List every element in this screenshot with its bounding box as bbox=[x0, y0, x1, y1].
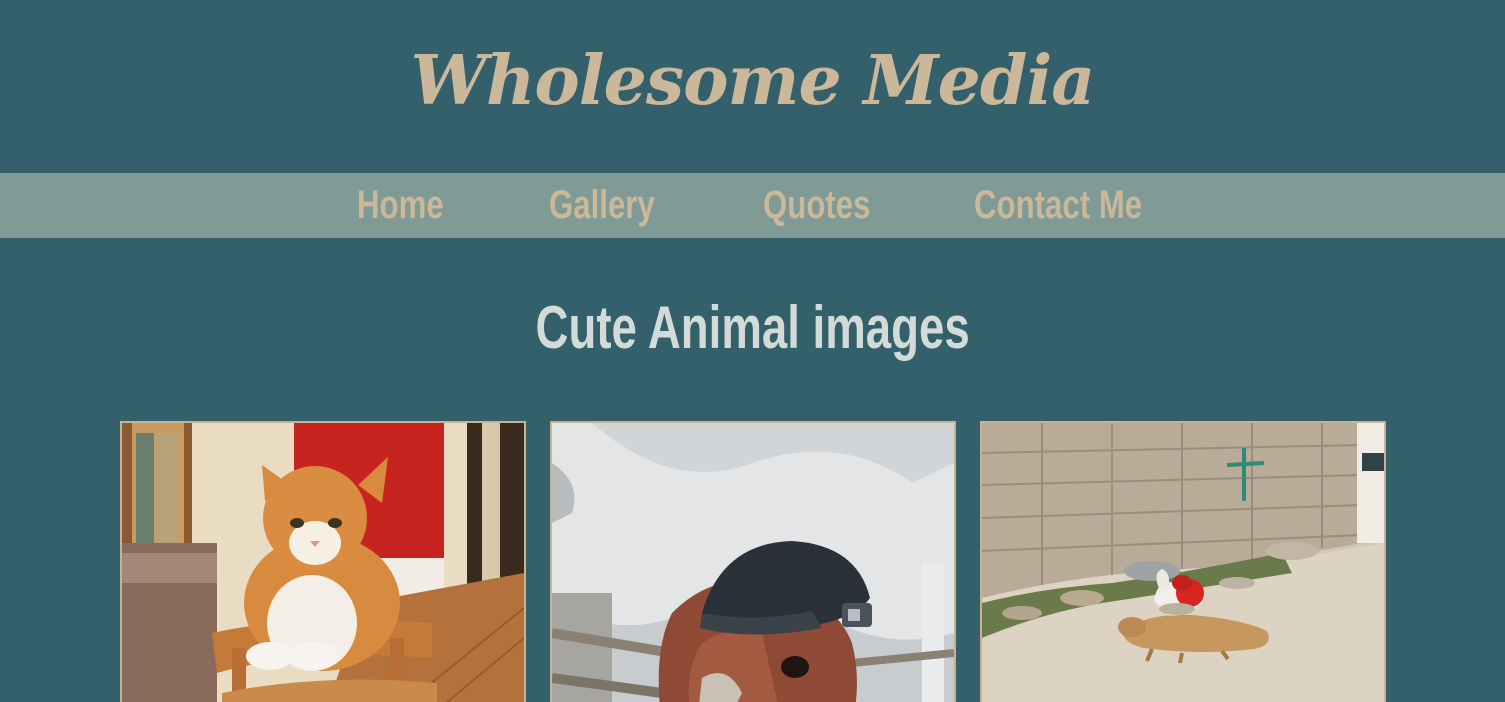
section-heading: Cute Animal images bbox=[0, 288, 1505, 368]
site-header: Wholesome Media bbox=[0, 0, 1505, 173]
gallery-image-cat[interactable] bbox=[120, 421, 526, 702]
section-heading-text: Cute Animal images bbox=[535, 294, 970, 361]
nav-link-quotes[interactable]: Quotes bbox=[763, 173, 870, 238]
nav-link-contact-me[interactable]: Contact Me bbox=[974, 173, 1142, 238]
calf-photo bbox=[552, 423, 954, 702]
rooster-dog-photo bbox=[982, 423, 1384, 702]
gallery-image-calf[interactable] bbox=[550, 421, 956, 702]
nav-link-gallery[interactable]: Gallery bbox=[549, 173, 655, 238]
site-title: Wholesome Media bbox=[410, 41, 1096, 121]
nav-link-home[interactable]: Home bbox=[357, 173, 444, 238]
cat-photo bbox=[122, 423, 524, 702]
gallery-image-rooster-dog[interactable] bbox=[980, 421, 1386, 702]
main-navbar: Home Gallery Quotes Contact Me bbox=[0, 173, 1505, 238]
